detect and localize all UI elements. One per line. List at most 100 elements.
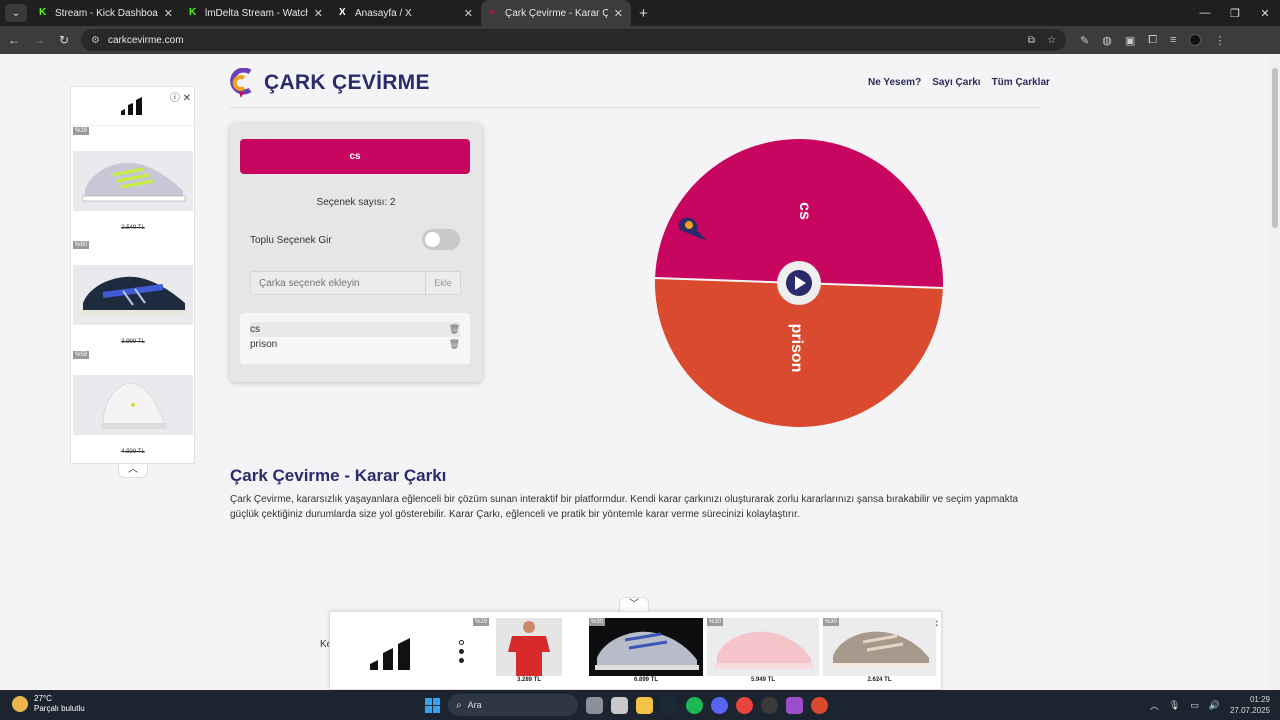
app-icon[interactable] bbox=[786, 696, 803, 714]
product-price: 2.624 TL bbox=[867, 677, 892, 683]
adidas-logo bbox=[121, 97, 142, 115]
nav-ne-yesem[interactable]: Ne Yesem? bbox=[868, 77, 921, 88]
app-icon[interactable] bbox=[811, 696, 828, 714]
add-option-button[interactable]: Ekle bbox=[426, 271, 461, 295]
site-logo[interactable]: ÇARK ÇEVİRME bbox=[230, 68, 430, 98]
result-spin-button[interactable]: cs bbox=[240, 139, 470, 174]
spotify-icon[interactable] bbox=[686, 696, 703, 714]
product-price: 3.289 TL bbox=[516, 677, 541, 683]
menu-icon[interactable]: ⋮ bbox=[1214, 34, 1225, 47]
product-image bbox=[496, 618, 562, 676]
address-bar[interactable]: ⚙ carkcevirme.com ⧉ ☆ bbox=[81, 29, 1066, 51]
extension-icon[interactable]: ◍ bbox=[1102, 34, 1112, 47]
profile-avatar[interactable] bbox=[1189, 34, 1202, 46]
ad-product[interactable]: %30 6.899 TL bbox=[589, 618, 703, 688]
extension-icon[interactable]: ▣ bbox=[1125, 34, 1135, 47]
site-info-icon[interactable]: ⚙ bbox=[91, 35, 100, 46]
ad-info-close-icon[interactable]: ⓘ ✕ bbox=[170, 89, 191, 104]
install-app-icon[interactable]: ⧉ bbox=[1028, 35, 1035, 46]
browser-toolbar: ← → ↻ ⚙ carkcevirme.com ⧉ ☆ ✎ ◍ ▣ ⧠ ≡ ⋮ bbox=[0, 26, 1280, 54]
product-image bbox=[73, 265, 193, 325]
side-advertisement[interactable]: ⓘ ✕ %29 2.549 TL %50 3.999 TL %59 4.929 … bbox=[70, 86, 195, 464]
chrome-icon[interactable] bbox=[736, 696, 753, 714]
close-icon[interactable]: ✕ bbox=[464, 7, 473, 20]
new-tab-icon[interactable]: + bbox=[639, 5, 648, 22]
close-icon[interactable]: ✕ bbox=[314, 7, 323, 20]
carkcevirme-icon: ◕ bbox=[489, 7, 496, 18]
minimize-icon[interactable]: — bbox=[1190, 7, 1220, 19]
back-icon[interactable]: ← bbox=[3, 33, 25, 47]
taskbar-apps: ⌕ Ara bbox=[425, 694, 828, 716]
collapse-ad-button[interactable]: ︿ bbox=[118, 464, 148, 478]
browser-tab-3[interactable]: X Anasayfa / X ✕ bbox=[331, 0, 481, 26]
collapse-bottom-ad-button[interactable]: ﹀ bbox=[619, 597, 649, 612]
product-image bbox=[589, 618, 703, 676]
task-view-icon[interactable] bbox=[586, 696, 603, 714]
tab-search-button[interactable]: ⌄ bbox=[5, 4, 27, 22]
media-icon[interactable]: ≡ bbox=[1170, 34, 1176, 46]
toggle-knob bbox=[425, 232, 440, 247]
kick-icon: K bbox=[39, 7, 47, 18]
browser-tab-1[interactable]: K Stream - Kick Dashboard ✕ bbox=[31, 0, 181, 26]
bottom-advertisement[interactable]: ⓘ ✕ %29 3.289 TL %30 bbox=[329, 611, 942, 690]
ad-product[interactable]: %29 3.289 TL bbox=[473, 618, 563, 688]
add-option-row: Ekle bbox=[250, 271, 461, 295]
taskbar-search[interactable]: ⌕ Ara bbox=[448, 694, 578, 716]
url-text: carkcevirme.com bbox=[107, 34, 184, 46]
option-count: Seçenek sayısı: 2 bbox=[316, 197, 396, 208]
discount-badge: %29 bbox=[73, 127, 90, 135]
discord-icon[interactable] bbox=[711, 696, 728, 714]
volume-icon[interactable]: 🔊 bbox=[1209, 700, 1220, 711]
puzzle-icon[interactable]: ⧠ bbox=[1148, 34, 1157, 47]
search-icon: ⌕ bbox=[456, 699, 462, 711]
forward-icon[interactable]: → bbox=[28, 33, 50, 47]
network-icon[interactable]: ▭ bbox=[1190, 700, 1199, 711]
date: 27.07.2025 bbox=[1229, 706, 1270, 715]
tab-title: Stream - Kick Dashboard bbox=[55, 7, 158, 19]
trash-icon[interactable]: 🗑 bbox=[449, 339, 460, 350]
decision-wheel[interactable]: cs prison bbox=[640, 126, 960, 441]
pen-icon[interactable]: ✎ bbox=[1080, 34, 1089, 47]
trash-icon[interactable]: 🗑 bbox=[449, 324, 460, 335]
weather-widget[interactable]: 27°C Parçalı bulutlu bbox=[12, 694, 85, 714]
discount-badge: %30 bbox=[589, 618, 606, 626]
ad-product[interactable]: %30 2.624 TL bbox=[823, 618, 936, 688]
bookmark-star-icon[interactable]: ☆ bbox=[1047, 35, 1056, 46]
options-panel: cs Seçenek sayısı: 2 Toplu Seçenek Gir E… bbox=[230, 123, 482, 382]
discount-badge: %30 bbox=[707, 618, 724, 626]
page-scrollbar[interactable] bbox=[1270, 54, 1280, 690]
reload-icon[interactable]: ↻ bbox=[53, 33, 75, 47]
microphone-icon[interactable]: 🎙 bbox=[1169, 700, 1180, 711]
spin-play-button[interactable] bbox=[777, 261, 821, 305]
chevron-up-icon[interactable]: ︿ bbox=[1150, 699, 1159, 712]
tab-title: Çark Çevirme - Karar Çarkı! bbox=[505, 7, 608, 19]
browser-tab-2[interactable]: K lmDelta Stream - Watch Live on ✕ bbox=[181, 0, 331, 26]
clock[interactable]: 01:29 27.07.2025 bbox=[1230, 694, 1270, 716]
adidas-logo bbox=[370, 638, 410, 670]
close-window-icon[interactable]: ✕ bbox=[1250, 7, 1280, 20]
tab-title: lmDelta Stream - Watch Live on bbox=[205, 7, 308, 19]
file-explorer-icon[interactable] bbox=[636, 696, 653, 714]
ad-product[interactable]: %30 5.949 TL bbox=[707, 618, 819, 688]
discount-badge: %59 bbox=[73, 351, 90, 359]
bulk-entry-label: Toplu Seçenek Gir bbox=[250, 235, 332, 246]
browser-tab-4[interactable]: ◕ Çark Çevirme - Karar Çarkı! ✕ bbox=[481, 0, 631, 26]
widgets-icon[interactable] bbox=[611, 696, 628, 714]
bulk-entry-toggle[interactable] bbox=[422, 229, 460, 250]
obs-icon[interactable] bbox=[761, 696, 778, 714]
list-item[interactable]: prison 🗑 bbox=[250, 337, 460, 352]
nav-tum-carklar[interactable]: Tüm Çarklar bbox=[992, 77, 1050, 88]
close-icon[interactable]: ✕ bbox=[164, 7, 173, 20]
discount-badge: %30 bbox=[823, 618, 840, 626]
nav-sayi-carki[interactable]: Sayı Çarkı bbox=[932, 77, 980, 88]
steam-icon[interactable] bbox=[661, 696, 678, 714]
list-item[interactable]: cs 🗑 bbox=[250, 322, 460, 337]
option-label: prison bbox=[250, 339, 278, 350]
scrollbar-thumb[interactable] bbox=[1272, 68, 1278, 228]
add-option-input[interactable] bbox=[250, 271, 426, 295]
maximize-icon[interactable]: ❐ bbox=[1220, 7, 1250, 20]
search-label: Ara bbox=[467, 700, 482, 710]
windows-start-icon[interactable] bbox=[425, 697, 440, 713]
carousel-dots[interactable] bbox=[459, 640, 465, 667]
close-icon[interactable]: ✕ bbox=[614, 7, 623, 20]
